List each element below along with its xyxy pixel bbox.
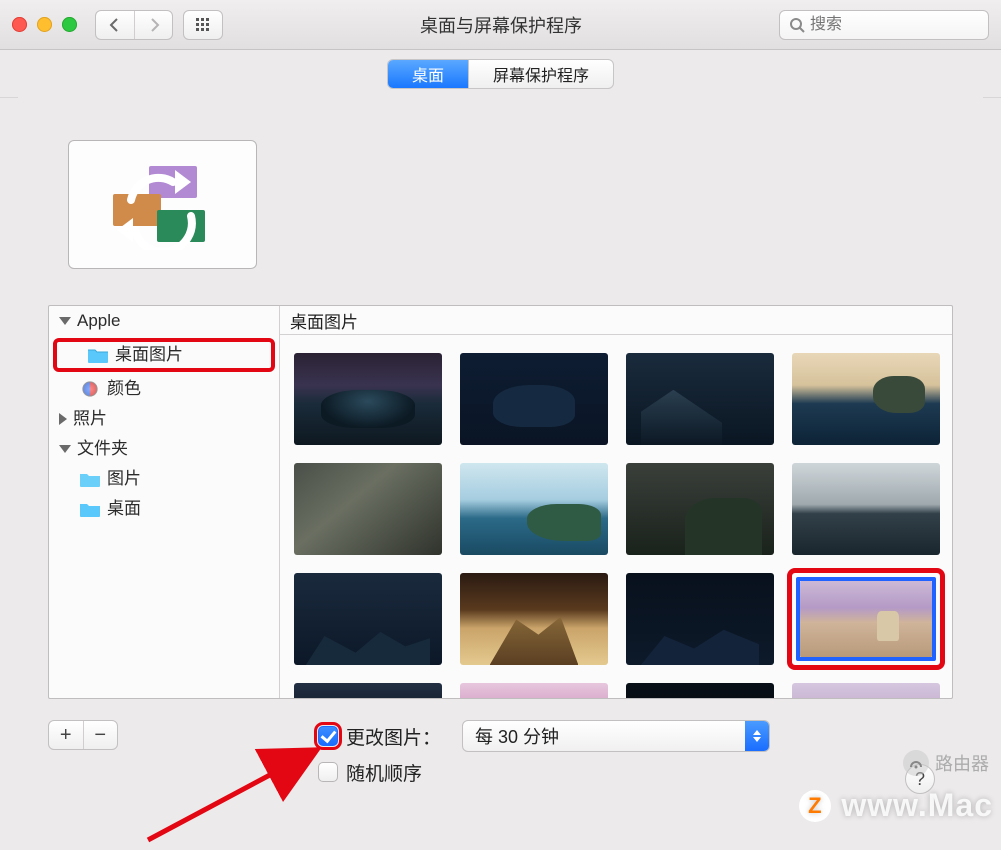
sidebar-item-pictures-folder[interactable]: 图片 xyxy=(49,464,279,494)
wallpaper-thumb[interactable] xyxy=(294,463,442,555)
sidebar-group-photos[interactable]: 照片 xyxy=(49,404,279,434)
color-wheel-icon xyxy=(79,380,101,398)
wallpaper-thumb[interactable] xyxy=(460,683,608,698)
close-window-icon[interactable] xyxy=(12,17,27,32)
tab-bar: 桌面 屏幕保护程序 xyxy=(0,50,1001,98)
sidebar-item-desktop-folder[interactable]: 桌面 xyxy=(49,494,279,524)
change-interval-select[interactable]: 每 30 分钟 xyxy=(462,720,770,752)
sidebar-group-folders[interactable]: 文件夹 xyxy=(49,434,279,464)
wallpaper-grid[interactable] xyxy=(280,335,952,698)
cycle-wallpapers-icon xyxy=(103,160,223,250)
random-order-row: 随机顺序 xyxy=(318,758,422,786)
wallpaper-thumb[interactable] xyxy=(626,573,774,665)
wallpaper-thumb[interactable] xyxy=(294,573,442,665)
content-header: 桌面图片 xyxy=(280,306,952,335)
sidebar-item-label: 桌面图片 xyxy=(115,340,183,370)
tab-segmented-control: 桌面 屏幕保护程序 xyxy=(387,59,614,89)
show-all-button[interactable] xyxy=(183,10,223,40)
change-interval-value: 每 30 分钟 xyxy=(475,723,559,749)
chevron-left-icon xyxy=(107,17,123,33)
folder-icon xyxy=(79,500,101,518)
source-sidebar[interactable]: Apple 桌面图片 颜色 xyxy=(49,306,280,698)
tab-desktop[interactable]: 桌面 xyxy=(388,60,468,88)
router-watermark-icon xyxy=(903,750,929,776)
source-and-grid: Apple 桌面图片 颜色 xyxy=(48,305,953,699)
sidebar-item-label: 桌面 xyxy=(107,494,141,524)
watermark-router-label: 路由器 xyxy=(935,750,989,776)
wallpaper-thumb[interactable] xyxy=(626,683,774,698)
wallpaper-thumb[interactable] xyxy=(792,353,940,445)
back-button[interactable] xyxy=(96,11,134,39)
window-traffic-lights xyxy=(12,17,77,32)
tab-screensaver[interactable]: 屏幕保护程序 xyxy=(468,60,613,88)
add-folder-button[interactable]: + xyxy=(49,721,83,749)
watermark-router: 路由器 xyxy=(903,750,989,776)
wallpaper-thumb[interactable] xyxy=(460,573,608,665)
sidebar-group-label: 照片 xyxy=(73,404,107,434)
select-stepper-icon xyxy=(745,721,769,751)
remove-folder-button[interactable]: − xyxy=(83,721,118,749)
annotation-highlight-box: 桌面图片 xyxy=(53,338,275,372)
window-title: 桌面与屏幕保护程序 xyxy=(233,12,769,38)
current-wallpaper-preview xyxy=(68,140,257,269)
forward-button[interactable] xyxy=(134,11,172,39)
wallpaper-thumb-selected[interactable] xyxy=(792,573,940,665)
wallpaper-thumb[interactable] xyxy=(626,463,774,555)
sidebar-group-label: Apple xyxy=(77,306,120,336)
add-remove-segment: + − xyxy=(48,720,118,750)
wallpaper-thumb[interactable] xyxy=(460,463,608,555)
wallpaper-thumb[interactable] xyxy=(460,353,608,445)
zoom-window-icon[interactable] xyxy=(62,17,77,32)
titlebar: 桌面与屏幕保护程序 xyxy=(0,0,1001,50)
sidebar-group-label: 文件夹 xyxy=(77,434,128,464)
change-picture-row: 更改图片： xyxy=(318,722,441,750)
sidebar-item-label: 图片 xyxy=(107,464,141,494)
disclosure-triangle-icon[interactable] xyxy=(59,317,71,325)
wallpaper-thumb[interactable] xyxy=(294,683,442,698)
sidebar-item-desktop-pictures[interactable]: 桌面图片 xyxy=(57,342,271,368)
grid-icon xyxy=(195,17,211,33)
sidebar-item-label: 颜色 xyxy=(107,374,141,404)
minimize-window-icon[interactable] xyxy=(37,17,52,32)
chevron-right-icon xyxy=(146,17,162,33)
folder-icon xyxy=(79,470,101,488)
random-order-checkbox[interactable] xyxy=(318,762,338,782)
watermark-main-label: www.Mac xyxy=(841,787,993,824)
search-wrap xyxy=(779,10,989,40)
nav-back-forward xyxy=(95,10,173,40)
change-picture-checkbox[interactable] xyxy=(318,726,338,746)
watermark-z-icon: Z xyxy=(799,790,831,822)
random-order-label: 随机顺序 xyxy=(346,759,422,786)
search-input[interactable] xyxy=(779,10,989,40)
wallpaper-thumb[interactable] xyxy=(792,463,940,555)
folder-icon xyxy=(87,346,109,364)
change-picture-label: 更改图片： xyxy=(346,723,441,750)
disclosure-triangle-icon[interactable] xyxy=(59,445,71,453)
sidebar-group-apple[interactable]: Apple xyxy=(49,306,279,336)
disclosure-triangle-icon[interactable] xyxy=(59,413,67,425)
wallpaper-thumb[interactable] xyxy=(626,353,774,445)
sidebar-item-colors[interactable]: 颜色 xyxy=(49,374,279,404)
search-icon xyxy=(789,17,805,33)
content-area: 桌面图片 xyxy=(280,306,952,698)
watermark-main: Z www.Mac xyxy=(799,787,993,824)
main-panel: Apple 桌面图片 颜色 xyxy=(18,94,983,814)
wallpaper-thumb[interactable] xyxy=(294,353,442,445)
wallpaper-thumb[interactable] xyxy=(792,683,940,698)
